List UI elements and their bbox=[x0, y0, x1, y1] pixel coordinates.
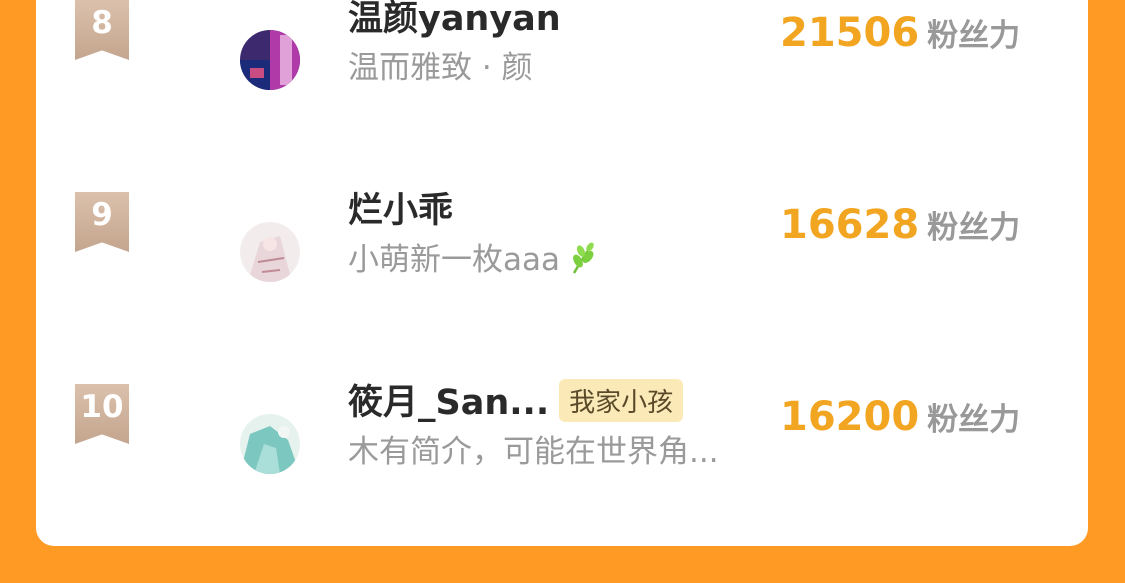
user-bio: 温而雅致 · 颜 bbox=[348, 50, 533, 86]
rank-number: 9 bbox=[91, 197, 113, 233]
list-item[interactable]: 9 烂小乖 小萌新一枚aaa 16628 粉丝力 bbox=[36, 152, 1088, 302]
score-unit: 粉丝力 bbox=[927, 402, 1021, 438]
score-unit: 粉丝力 bbox=[927, 210, 1021, 246]
leaf-icon bbox=[568, 241, 598, 283]
user-name[interactable]: 筱月_San... 我家小孩 bbox=[348, 374, 684, 426]
user-bio: 木有简介，可能在世界角... bbox=[348, 434, 719, 470]
score-value: 16200 bbox=[780, 394, 920, 440]
score-unit: 粉丝力 bbox=[927, 18, 1021, 54]
rank-number: 8 bbox=[91, 5, 113, 41]
score-value: 16628 bbox=[780, 202, 920, 248]
list-item[interactable]: 8 温颜yanyan 温而雅致 · 颜 21506 粉丝力 bbox=[36, 0, 1088, 110]
rank-number: 10 bbox=[80, 389, 124, 425]
user-bio-text: 小萌新一枚aaa bbox=[348, 242, 560, 278]
avatar[interactable] bbox=[240, 222, 300, 282]
avatar-teal-art bbox=[240, 414, 300, 474]
avatar-sketch bbox=[240, 222, 300, 282]
user-name-text: 筱月_San... bbox=[348, 383, 550, 423]
score-value: 21506 bbox=[780, 10, 920, 56]
list-item[interactable]: 10 筱月_San... 我家小孩 木有简介，可能在世界角... 16200 粉丝力 bbox=[36, 344, 1088, 494]
rank-badge: 8 bbox=[75, 0, 129, 60]
fan-power-score: 16628 粉丝力 bbox=[780, 202, 1020, 248]
avatar[interactable] bbox=[240, 414, 300, 474]
user-tag: 我家小孩 bbox=[559, 378, 684, 422]
rank-badge: 10 bbox=[75, 384, 129, 444]
user-bio: 小萌新一枚aaa bbox=[348, 234, 598, 283]
rank-badge: 9 bbox=[75, 192, 129, 252]
avatar-night-photo bbox=[240, 30, 300, 90]
fan-power-score: 21506 粉丝力 bbox=[780, 10, 1020, 56]
user-name[interactable]: 温颜yanyan bbox=[348, 0, 561, 41]
leaderboard-card: 8 温颜yanyan 温而雅致 · 颜 21506 粉丝力 9 烂小乖 小萌新一… bbox=[36, 0, 1088, 546]
avatar[interactable] bbox=[240, 30, 300, 90]
fan-power-score: 16200 粉丝力 bbox=[780, 394, 1020, 440]
user-name[interactable]: 烂小乖 bbox=[348, 182, 453, 233]
